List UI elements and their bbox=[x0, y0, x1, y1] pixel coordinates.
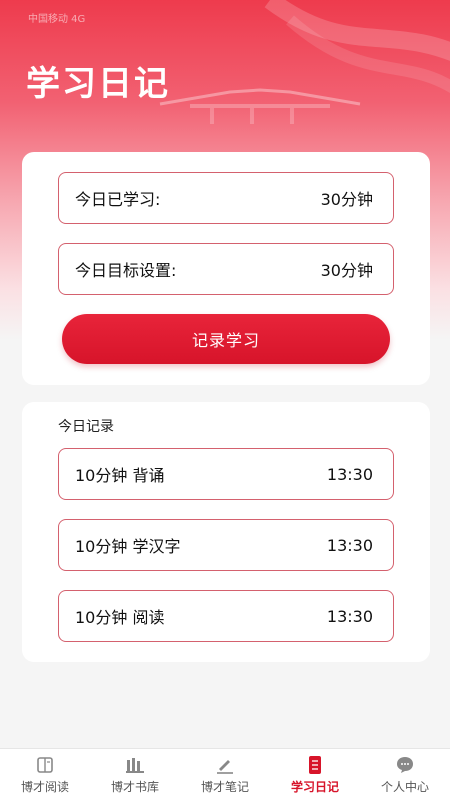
book-icon bbox=[35, 755, 55, 775]
tab-library[interactable]: 博才书库 bbox=[90, 749, 180, 800]
record-desc: 10分钟 背诵 bbox=[75, 466, 165, 485]
record-time: 13:30 bbox=[326, 535, 373, 555]
tab-profile[interactable]: 个人中心 bbox=[360, 749, 450, 800]
tab-reading[interactable]: 博才阅读 bbox=[0, 749, 90, 800]
notebook-icon bbox=[305, 755, 325, 775]
bottom-tab-bar: 博才阅读 博才书库 博才笔记 学习日记 个人中心 bbox=[0, 748, 450, 800]
tab-label: 个人中心 bbox=[380, 779, 429, 794]
library-icon bbox=[125, 755, 145, 775]
tab-notes[interactable]: 博才笔记 bbox=[180, 749, 270, 800]
record-item[interactable]: 10分钟 学汉字 13:30 bbox=[58, 519, 394, 571]
chat-bubble-icon bbox=[395, 755, 415, 775]
tab-label: 博才笔记 bbox=[200, 779, 249, 794]
today-records-card: 今日记录 10分钟 背诵 13:30 10分钟 学汉字 13:30 10分钟 阅… bbox=[22, 402, 430, 662]
studied-today-row: 今日已学习: 30分钟 bbox=[58, 172, 394, 224]
studied-today-value: 30分钟 bbox=[320, 190, 373, 209]
daily-goal-label: 今日目标设置: bbox=[75, 261, 177, 280]
tab-label: 博才阅读 bbox=[20, 779, 69, 794]
pen-icon bbox=[215, 755, 235, 775]
daily-goal-value: 30分钟 bbox=[320, 261, 373, 280]
daily-goal-row[interactable]: 今日目标设置: 30分钟 bbox=[58, 243, 394, 295]
tab-study-diary[interactable]: 学习日记 bbox=[270, 749, 360, 800]
record-study-button[interactable]: 记录学习 bbox=[62, 314, 390, 364]
record-item[interactable]: 10分钟 背诵 13:30 bbox=[58, 448, 394, 500]
tab-label: 博才书库 bbox=[110, 779, 159, 794]
record-item[interactable]: 10分钟 阅读 13:30 bbox=[58, 590, 394, 642]
summary-card: 今日已学习: 30分钟 今日目标设置: 30分钟 记录学习 bbox=[22, 152, 430, 385]
record-time: 13:30 bbox=[326, 606, 373, 626]
status-bar-text: 中国移动 4G bbox=[28, 14, 86, 25]
studied-today-label: 今日已学习: bbox=[75, 190, 161, 209]
page-title: 学习日记 bbox=[26, 64, 170, 104]
record-time: 13:30 bbox=[326, 464, 373, 484]
tab-label: 学习日记 bbox=[290, 779, 339, 794]
record-desc: 10分钟 阅读 bbox=[75, 608, 165, 627]
today-records-title: 今日记录 bbox=[58, 419, 114, 435]
record-desc: 10分钟 学汉字 bbox=[75, 537, 181, 556]
decorative-pavilion bbox=[159, 88, 361, 124]
